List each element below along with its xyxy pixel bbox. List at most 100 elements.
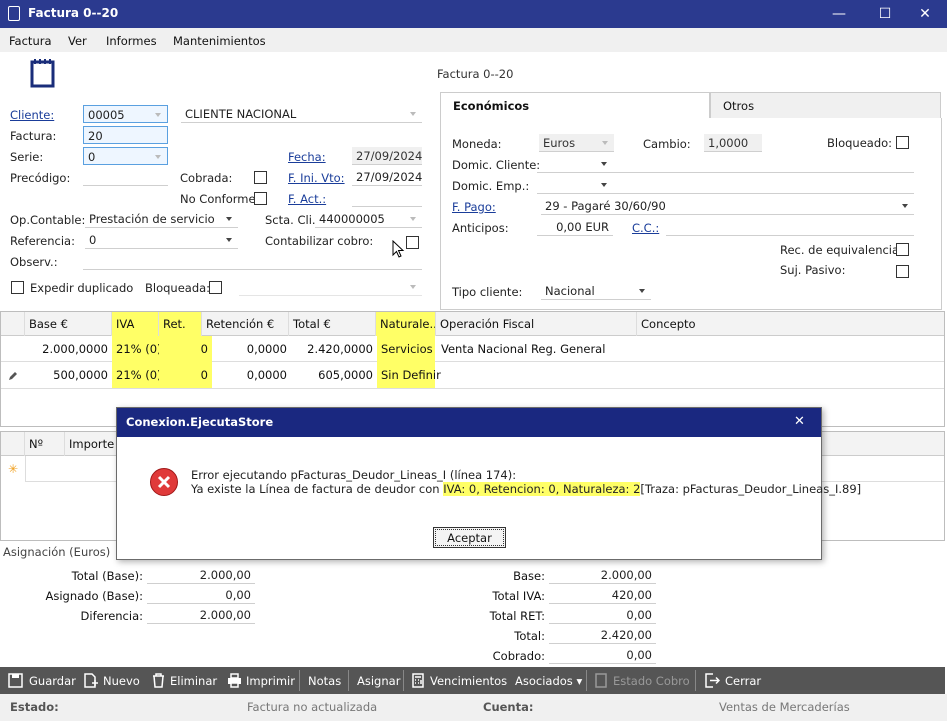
- expedir-label: Expedir duplicado: [30, 281, 134, 295]
- col-total[interactable]: Total €: [289, 312, 376, 336]
- row-header-cell: [1, 312, 25, 336]
- estado-cobro-button[interactable]: Estado Cobro: [613, 674, 690, 688]
- cell-total[interactable]: 2.420,0000: [291, 336, 377, 362]
- tab-economicos[interactable]: Económicos: [440, 92, 710, 118]
- col-base[interactable]: Base €: [25, 312, 112, 336]
- menu-mantenimientos[interactable]: Mantenimientos: [173, 34, 266, 48]
- bloqueado-label: Bloqueado:: [827, 136, 893, 150]
- col-numero[interactable]: Nº: [25, 432, 65, 456]
- aceptar-button[interactable]: Aceptar: [433, 527, 506, 548]
- cell-retencion[interactable]: 0,0000: [212, 362, 291, 388]
- eliminar-button[interactable]: Eliminar: [170, 674, 217, 688]
- receq-checkbox[interactable]: [896, 243, 909, 256]
- col-retencion[interactable]: Retención €: [202, 312, 289, 336]
- table-row[interactable]: 2.000,0000 21% (0) 0 0,0000 2.420,0000 S…: [1, 336, 944, 362]
- fpago-label[interactable]: F. Pago:: [452, 200, 496, 214]
- notas-button[interactable]: Notas: [308, 674, 341, 688]
- moneda-select[interactable]: Euros: [539, 134, 614, 152]
- col-operacion[interactable]: Operación Fiscal: [436, 312, 637, 336]
- cliente-name-field[interactable]: CLIENTE NACIONAL: [181, 105, 422, 123]
- cell-base[interactable]: 2.000,0000: [25, 336, 112, 362]
- sctacli-select[interactable]: 440000005: [315, 210, 422, 228]
- serie-field[interactable]: 0: [83, 147, 168, 165]
- nuevo-button[interactable]: Nuevo: [103, 674, 140, 688]
- bloqueado-checkbox[interactable]: [896, 136, 909, 149]
- bloqueada-select[interactable]: [239, 278, 422, 296]
- asignar-button[interactable]: Asignar: [357, 674, 400, 688]
- sujpasivo-checkbox[interactable]: [896, 265, 909, 278]
- header-caption: Factura 0--20: [437, 67, 514, 81]
- document-icon: [8, 6, 20, 21]
- fact-field[interactable]: [352, 189, 422, 207]
- domcliente-select[interactable]: [537, 155, 613, 173]
- contabilizar-checkbox[interactable]: [406, 236, 419, 249]
- imprimir-button[interactable]: Imprimir: [246, 674, 295, 688]
- anticipos-field[interactable]: 0,00 EUR: [537, 218, 613, 236]
- referencia-select[interactable]: 0: [85, 231, 238, 249]
- cobrada-checkbox[interactable]: [254, 171, 267, 184]
- cell-naturaleza[interactable]: Sin Definir: [377, 362, 441, 388]
- cell-operacion[interactable]: [437, 362, 637, 388]
- expedir-checkbox[interactable]: [11, 281, 24, 294]
- asociados-button[interactable]: Asociados ▾: [515, 674, 582, 688]
- dialog-title: Conexion.EjecutaStore: [117, 408, 821, 437]
- asignacion-title: Asignación (Euros): [3, 545, 111, 559]
- factura-number-field[interactable]: 20: [83, 126, 168, 144]
- base-label: Base:: [513, 569, 545, 583]
- menu-informes[interactable]: Informes: [106, 34, 157, 48]
- dialog-close-button[interactable]: ✕: [794, 414, 805, 429]
- cell-naturaleza[interactable]: Servicios: [377, 336, 435, 362]
- trash-icon: [153, 673, 164, 688]
- invoice-icon: [30, 59, 55, 88]
- col-ret[interactable]: Ret.: [159, 312, 202, 336]
- cerrar-button[interactable]: Cerrar: [725, 674, 761, 688]
- noconforme-checkbox[interactable]: [254, 192, 267, 205]
- fpago-select[interactable]: 29 - Pagaré 30/60/90: [541, 197, 914, 215]
- diferencia-value: 2.000,00: [147, 606, 255, 624]
- domemp-select[interactable]: [537, 176, 613, 194]
- menu-factura[interactable]: Factura: [9, 34, 52, 48]
- guardar-button[interactable]: Guardar: [29, 674, 76, 688]
- finivto-field[interactable]: 27/09/2024: [352, 168, 422, 186]
- diferencia-label: Diferencia:: [80, 609, 143, 623]
- precodigo-label: Precódigo:: [10, 171, 71, 185]
- cell-total[interactable]: 605,0000: [291, 362, 377, 388]
- finivto-label[interactable]: F. Ini. Vto:: [288, 171, 345, 185]
- minimize-button[interactable]: —: [816, 0, 862, 28]
- observ-field[interactable]: [83, 252, 422, 270]
- tab-otros[interactable]: Otros: [710, 92, 941, 118]
- col-concepto[interactable]: Concepto: [637, 312, 945, 336]
- table-row[interactable]: 500,0000 21% (0) 0 0,0000 605,0000 Sin D…: [1, 362, 944, 389]
- cc-field[interactable]: [666, 218, 914, 236]
- tipocliente-select[interactable]: Nacional: [541, 282, 651, 300]
- cliente-code-field[interactable]: 00005: [83, 105, 168, 123]
- cell-ret[interactable]: 0: [159, 362, 212, 388]
- cliente-label[interactable]: Cliente:: [10, 108, 54, 122]
- col-naturaleza[interactable]: Naturale...: [376, 312, 436, 336]
- cobrado-value: 0,00: [549, 646, 656, 664]
- fecha-label[interactable]: Fecha:: [288, 150, 326, 164]
- cambio-field[interactable]: 1,0000: [704, 134, 762, 152]
- vencimientos-button[interactable]: Vencimientos: [430, 674, 507, 688]
- cell-retencion[interactable]: 0,0000: [212, 336, 291, 362]
- error-line-2: Ya existe la Línea de factura de deudor …: [191, 482, 861, 496]
- error-line-2c: [Traza: pFacturas_Deudor_Lineas_I.89]: [640, 482, 862, 496]
- fact-label[interactable]: F. Act.:: [288, 192, 326, 206]
- cuenta-label: Cuenta:: [483, 700, 534, 714]
- cell-iva[interactable]: 21% (0): [112, 336, 162, 362]
- close-button[interactable]: ✕: [902, 0, 947, 28]
- opcontable-select[interactable]: Prestación de servicio: [85, 210, 238, 228]
- cell-ret[interactable]: 0: [159, 336, 212, 362]
- cc-label[interactable]: C.C.:: [632, 221, 659, 235]
- col-iva[interactable]: IVA: [112, 312, 159, 336]
- estado-value: Factura no actualizada: [247, 700, 378, 714]
- cell-base[interactable]: 500,0000: [25, 362, 112, 388]
- cell-operacion[interactable]: Venta Nacional Reg. General: [437, 336, 637, 362]
- error-line-1: Error ejecutando pFacturas_Deudor_Lineas…: [191, 468, 517, 482]
- fecha-field[interactable]: 27/09/2024: [352, 147, 422, 165]
- precodigo-field[interactable]: [83, 168, 168, 186]
- menu-ver[interactable]: Ver: [68, 34, 87, 48]
- cell-iva[interactable]: 21% (0): [112, 362, 162, 388]
- noconforme-label: No Conforme:: [180, 192, 260, 206]
- bloqueada-checkbox[interactable]: [209, 281, 222, 294]
